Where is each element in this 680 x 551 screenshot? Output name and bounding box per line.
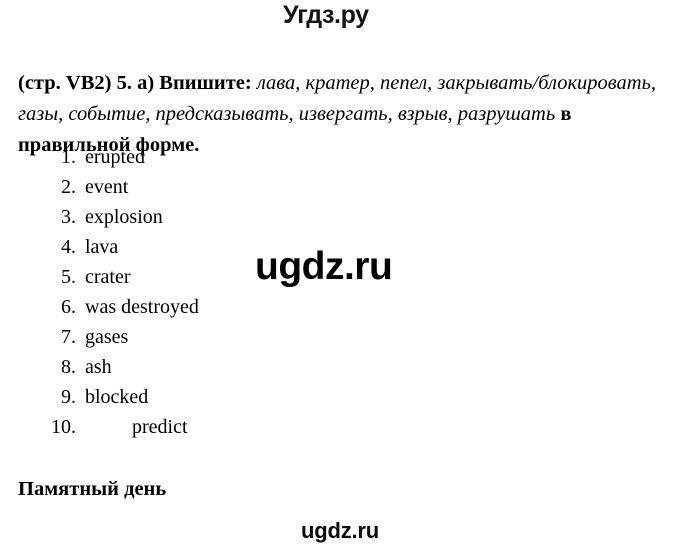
answer-text: ash bbox=[85, 356, 112, 378]
answer-text: gases bbox=[85, 326, 129, 348]
answer-text: erupted bbox=[85, 146, 145, 168]
document-page: Угдз.ру (стр. VB2) 5. а) Впишите: лава, … bbox=[0, 0, 680, 551]
answer-number: 5. bbox=[61, 266, 76, 288]
answer-number: 7. bbox=[61, 326, 76, 348]
list-item: 8. ash bbox=[0, 352, 400, 382]
answer-text: event bbox=[85, 176, 129, 198]
answer-number: 2. bbox=[61, 176, 76, 198]
answer-text: lava bbox=[85, 236, 119, 258]
section-heading: Памятный день bbox=[18, 478, 167, 500]
list-item: 2. event bbox=[0, 172, 400, 202]
answer-number: 6. bbox=[61, 296, 76, 318]
list-item: 10. predict bbox=[0, 412, 400, 442]
answer-text: crater bbox=[85, 266, 131, 288]
answer-number: 1. bbox=[61, 146, 76, 168]
answer-number: 10. bbox=[51, 416, 76, 438]
answer-number: 3. bbox=[61, 206, 76, 228]
answer-text: explosion bbox=[85, 206, 163, 228]
list-item: 3. explosion bbox=[0, 202, 400, 232]
answer-number: 4. bbox=[61, 236, 76, 258]
answer-text: predict bbox=[132, 416, 188, 438]
task-instruction-lead: (стр. VB2) 5. а) Впишите: bbox=[18, 71, 257, 94]
list-item: 7. gases bbox=[0, 322, 400, 352]
list-item: 9. blocked bbox=[0, 382, 400, 412]
answer-number: 9. bbox=[61, 386, 76, 408]
list-item: 1. erupted bbox=[0, 142, 400, 172]
answer-number: 8. bbox=[61, 356, 76, 378]
watermark-center: ugdz.ru bbox=[255, 245, 393, 288]
answer-text: blocked bbox=[85, 386, 149, 408]
watermark-bottom: ugdz.ru bbox=[300, 518, 380, 543]
list-item: 6. was destroyed bbox=[0, 292, 400, 322]
site-logo: Угдз.ру bbox=[283, 1, 369, 29]
answer-text: was destroyed bbox=[85, 296, 199, 318]
answer-list: 1. erupted 2. event 3. explosion 4. lava 5. c… bbox=[0, 142, 400, 442]
